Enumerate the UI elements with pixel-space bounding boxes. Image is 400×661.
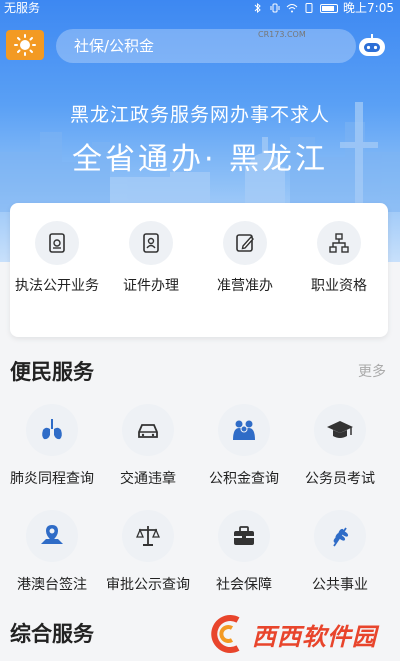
quick-item-law-enforcement[interactable]: 执法公开业务 (10, 221, 104, 296)
service-label: 港澳台签注 (17, 577, 87, 593)
quick-item-label: 证件办理 (123, 278, 179, 294)
search-placeholder: 社保/公积金 (74, 37, 155, 55)
quick-item-id-card[interactable]: 证件办理 (104, 221, 198, 296)
service-approval-publicity[interactable]: 审批公示查询 (98, 510, 198, 594)
section-title-convenience: 便民服务 (10, 360, 94, 384)
bluetooth-icon (254, 3, 261, 13)
service-label: 公共事业 (312, 577, 368, 593)
carrier-text: 无服务 (4, 1, 41, 15)
clock-text: 晚上7:05 (343, 1, 394, 15)
document-icon (49, 233, 65, 253)
wheat-icon (333, 527, 349, 547)
service-label: 肺炎同程查询 (10, 471, 94, 487)
quick-item-label: 执法公开业务 (15, 278, 99, 294)
scales-icon (136, 526, 160, 546)
service-hk-macao-taiwan-visa[interactable]: 港澳台签注 (2, 510, 102, 594)
wifi-icon (286, 4, 298, 13)
service-civil-servant-exam[interactable]: 公务员考试 (290, 404, 390, 488)
more-link[interactable]: 更多 (358, 361, 386, 381)
service-traffic-violation[interactable]: 交通违章 (98, 404, 198, 488)
service-label: 公务员考试 (305, 471, 375, 487)
section-title-comprehensive: 综合服务 (10, 622, 94, 646)
service-label: 交通违章 (120, 471, 176, 487)
weather-sun-button[interactable] (6, 30, 44, 60)
quick-services-card: 执法公开业务 证件办理 准营准办 职业资格 (10, 203, 388, 337)
watermark-text: 西西软件园 (252, 622, 377, 651)
service-pneumonia-query[interactable]: 肺炎同程查询 (2, 404, 102, 488)
robot-icon (359, 34, 385, 56)
org-chart-icon (329, 233, 349, 253)
watermark-subtext: CR173.COM (258, 30, 306, 39)
search-bar[interactable]: 社保/公积金 (56, 29, 356, 63)
slogan-line-1: 黑龙江政务服务网办事不求人 (69, 104, 330, 126)
car-icon (138, 424, 158, 438)
id-card-icon (143, 233, 159, 253)
service-social-security[interactable]: 社会保障 (194, 510, 294, 594)
watermark-logo-icon (211, 615, 240, 653)
people-icon (233, 420, 255, 440)
vibrate-icon (270, 3, 280, 13)
map-pin-icon (41, 525, 63, 544)
quick-item-qualification[interactable]: 职业资格 (292, 221, 386, 296)
service-label: 公积金查询 (209, 471, 279, 487)
quick-item-label: 职业资格 (311, 278, 367, 294)
battery-icon (320, 3, 339, 13)
service-label: 社会保障 (216, 577, 272, 593)
service-provident-fund[interactable]: 公积金查询 (194, 404, 294, 488)
site-watermark: 西西软件园 (208, 610, 394, 658)
assistant-robot-button[interactable] (354, 29, 390, 63)
sim-icon (305, 3, 313, 13)
lungs-icon (42, 419, 62, 440)
graduation-cap-icon (327, 421, 353, 438)
toolbox-icon (234, 526, 254, 545)
slogan-line-2: 全省通办· 黑龙江 (71, 142, 329, 177)
sun-icon (14, 34, 36, 56)
status-bar: 无服务 晚上7:05 (0, 0, 400, 16)
quick-item-label: 准营准办 (217, 278, 273, 294)
service-label: 审批公示查询 (106, 577, 190, 593)
edit-icon (236, 234, 254, 252)
quick-item-business-permit[interactable]: 准营准办 (198, 221, 292, 296)
service-public-utilities[interactable]: 公共事业 (290, 510, 390, 594)
